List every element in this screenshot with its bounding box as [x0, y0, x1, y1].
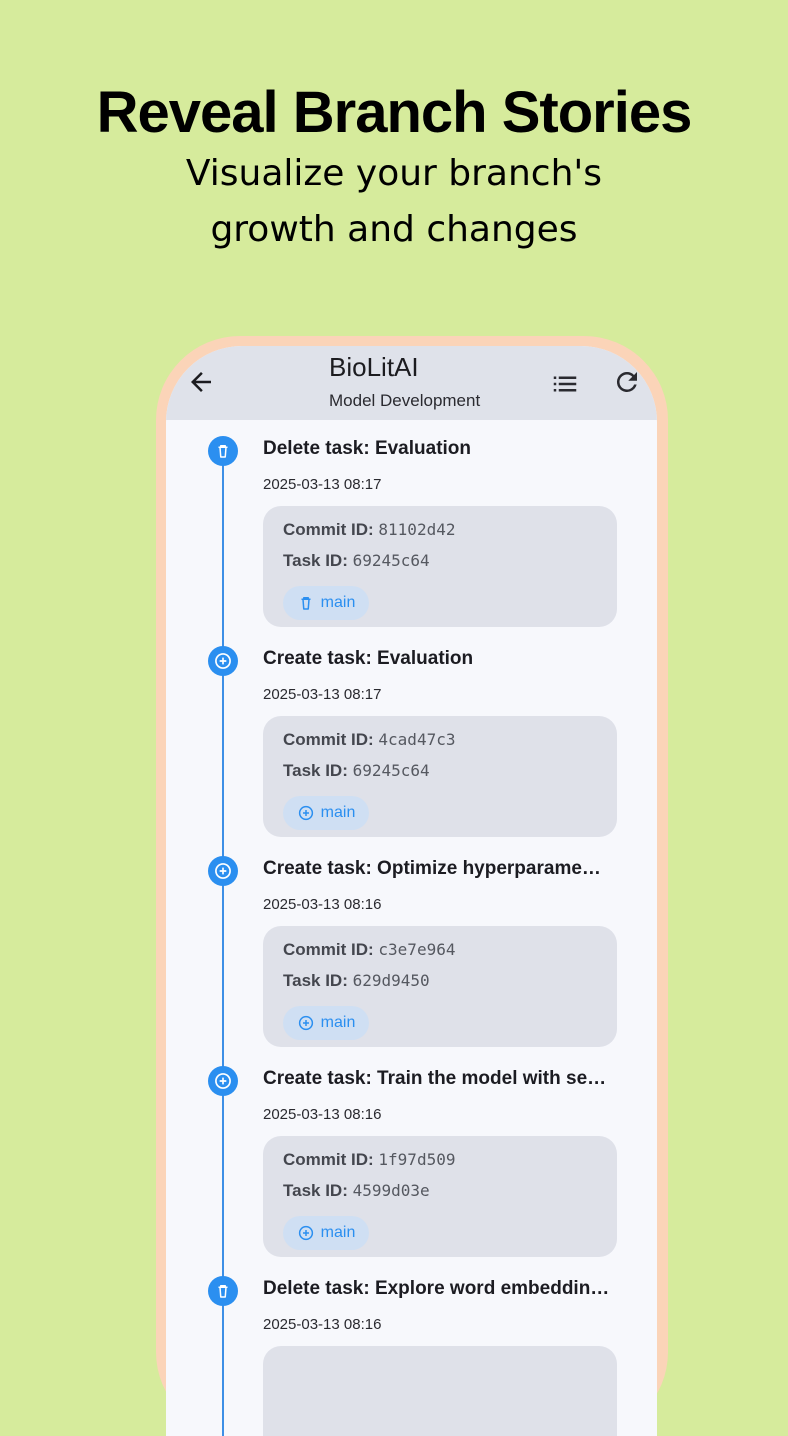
arrow-left-icon	[191, 372, 211, 392]
branch-chip-label: main	[320, 594, 356, 611]
commit-item[interactable]: Create task: Evaluation 2025-03-13 08:17…	[166, 646, 657, 856]
commit-title: Create task: Optimize hyperparame…	[263, 858, 601, 879]
app-title: BioLitAI	[329, 352, 419, 382]
list-view-button[interactable]	[550, 369, 580, 399]
commit-id-label: Commit ID:	[283, 730, 374, 749]
commit-time: 2025-03-13 08:16	[263, 1316, 382, 1333]
plus-circle-icon	[215, 653, 231, 669]
branch-chip-label: main	[320, 804, 356, 821]
commit-node	[208, 436, 238, 466]
phone-frame: BioLitAI Model Development Delete task: …	[156, 336, 668, 1436]
branch-chip[interactable]: main	[283, 1216, 369, 1250]
phone-screen: BioLitAI Model Development Delete task: …	[166, 346, 657, 1436]
commit-id-row: Commit ID: c3e7e964	[283, 940, 455, 960]
commit-details-card: Commit ID: 1f97d509 Task ID: 4599d03e ma…	[263, 1136, 617, 1257]
branch-chip-label: main	[320, 1014, 356, 1031]
plus-circle-icon	[298, 805, 313, 821]
task-id-value: 629d9450	[352, 971, 430, 990]
trash-icon	[218, 445, 228, 458]
task-id-label: Task ID:	[283, 971, 348, 990]
commit-item[interactable]: Create task: Optimize hyperparame… 2025-…	[166, 856, 657, 1066]
hero-subtitle-line-1: Visualize your branch's	[185, 153, 603, 194]
task-id-label: Task ID:	[283, 551, 348, 570]
plus-circle-icon	[298, 1225, 313, 1241]
task-id-label: Task ID:	[283, 1181, 348, 1200]
task-id-row: Task ID: 69245c64	[283, 551, 430, 571]
commit-node	[208, 1276, 238, 1306]
commit-item[interactable]: Delete task: Explore word embeddin… 2025…	[166, 1276, 657, 1436]
branch-chip[interactable]: main	[283, 1006, 369, 1040]
branch-chip-label: main	[320, 1224, 356, 1241]
commit-id-row: Commit ID: 1f97d509	[283, 1150, 455, 1170]
commit-item[interactable]: Create task: Train the model with se… 20…	[166, 1066, 657, 1276]
commit-id-label: Commit ID:	[283, 520, 374, 539]
task-id-value: 69245c64	[352, 761, 430, 780]
commit-title: Delete task: Explore word embeddin…	[263, 1278, 610, 1299]
app-subtitle: Model Development	[329, 391, 481, 410]
hero-title: Reveal Branch Stories	[96, 80, 693, 145]
branch-chip[interactable]: main	[283, 586, 369, 620]
commit-id-label: Commit ID:	[283, 1150, 374, 1169]
app-bar: BioLitAI Model Development	[166, 346, 657, 420]
commit-node	[208, 1066, 238, 1096]
trash-icon	[218, 1285, 228, 1298]
commit-node	[208, 856, 238, 886]
task-id-value: 4599d03e	[352, 1181, 430, 1200]
commit-details-card: Commit ID: 4cad47c3 Task ID: 69245c64 ma…	[263, 716, 617, 837]
commit-title: Create task: Evaluation	[263, 648, 474, 669]
task-id-row: Task ID: 629d9450	[283, 971, 430, 991]
commit-id-row: Commit ID: 4cad47c3	[283, 730, 455, 750]
commit-node	[208, 646, 238, 676]
refresh-icon	[616, 371, 637, 392]
task-id-label: Task ID:	[283, 761, 348, 780]
branch-chip[interactable]: main	[283, 796, 369, 830]
task-id-row: Task ID: 69245c64	[283, 761, 430, 781]
commit-id-value: 4cad47c3	[378, 730, 456, 749]
back-button[interactable]	[186, 367, 216, 397]
commit-item[interactable]: Delete task: Evaluation 2025-03-13 08:17…	[166, 436, 657, 646]
commit-id-row: Commit ID: 81102d42	[283, 520, 455, 540]
plus-circle-icon	[215, 1073, 231, 1089]
task-id-row: Task ID: 4599d03e	[283, 1181, 430, 1201]
hero-subtitle-line-2: growth and changes	[210, 209, 578, 250]
commit-time: 2025-03-13 08:17	[263, 686, 382, 703]
list-icon	[553, 376, 577, 392]
commit-id-value: 81102d42	[378, 520, 456, 539]
hero-subtitle: Visualize your branch's growth and chang…	[0, 146, 788, 258]
refresh-button[interactable]	[612, 367, 642, 397]
commit-id-value: c3e7e964	[378, 940, 456, 959]
plus-circle-icon	[215, 863, 231, 879]
commit-id-value: 1f97d509	[378, 1150, 456, 1169]
commit-details-card: Commit ID: c3e7e964 Task ID: 629d9450 ma…	[263, 926, 617, 1047]
commit-id-label: Commit ID:	[283, 940, 374, 959]
task-id-value: 69245c64	[352, 551, 430, 570]
commit-title: Create task: Train the model with se…	[263, 1068, 607, 1089]
commit-title: Delete task: Evaluation	[263, 438, 472, 459]
commit-time: 2025-03-13 08:16	[263, 896, 382, 913]
plus-circle-icon	[298, 1015, 313, 1031]
trash-icon	[301, 597, 311, 610]
commit-time: 2025-03-13 08:17	[263, 476, 382, 493]
commit-details-card: Commit ID: 81102d42 Task ID: 69245c64 ma…	[263, 506, 617, 627]
commit-time: 2025-03-13 08:16	[263, 1106, 382, 1123]
